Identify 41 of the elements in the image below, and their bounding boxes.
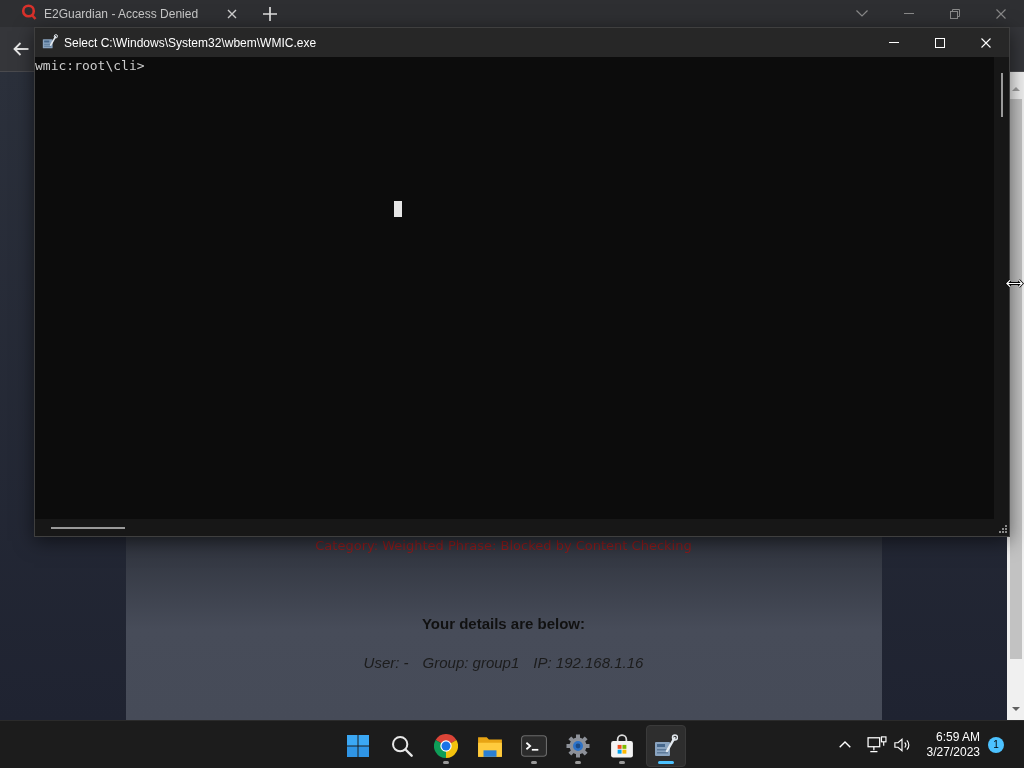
console-line: wmic:root\cli> (35, 58, 145, 74)
browser-tab[interactable]: E2Guardian - Access Denied (21, 0, 240, 27)
close-icon (981, 37, 991, 48)
four-squares-icon (346, 733, 370, 758)
vertical-scrollbar[interactable] (994, 57, 1009, 519)
scroll-down-arrow-icon (1011, 707, 1020, 711)
segmented-circle-icon (434, 733, 458, 758)
maximize-icon (935, 37, 945, 48)
computer-wrench-icon (654, 734, 678, 757)
search-icon (391, 734, 413, 757)
ring-icon (21, 4, 37, 20)
close-icon (227, 8, 237, 19)
folder-icon (477, 734, 503, 757)
taskbar-button[interactable] (646, 724, 686, 767)
plus-icon (263, 6, 277, 21)
detail-text: User: - (363, 654, 409, 672)
back-arrow-icon (13, 42, 29, 56)
resize-grip-icon (999, 525, 1007, 533)
minimize-icon (889, 42, 899, 43)
chevron-up-icon (838, 741, 851, 748)
detail-text: Group: group1 (422, 654, 520, 672)
detail-text: IP: 192.168.1.16 (533, 654, 644, 672)
shopping-bag-icon (610, 733, 634, 758)
details-heading: Your details are below: (421, 615, 586, 633)
clock-button[interactable]: 6:59 AM 3/27/2023 (922, 729, 984, 760)
notification-badge[interactable]: 1 (988, 736, 1004, 753)
text-cursor-icon (394, 201, 402, 217)
horizontal-scrollbar[interactable] (35, 519, 994, 536)
minimize-icon (904, 13, 914, 14)
volume-icon (892, 736, 911, 753)
restore-icon (950, 8, 960, 19)
window-title: Select C:\Windows\System32\wbem\WMIC.exe (64, 35, 318, 50)
scrollbar-thumb[interactable] (1000, 73, 1003, 117)
scrollbar-thumb[interactable] (51, 526, 125, 529)
network-icon (866, 736, 887, 753)
terminal-icon (521, 734, 547, 757)
close-icon (996, 8, 1006, 19)
scroll-up-arrow-icon (1011, 87, 1020, 91)
blocked-category-text: Category: Weighted Phrase: Blocked by Content Checking (315, 538, 692, 554)
computer-wrench-icon (42, 33, 58, 49)
chevron-down-icon (856, 10, 868, 17)
